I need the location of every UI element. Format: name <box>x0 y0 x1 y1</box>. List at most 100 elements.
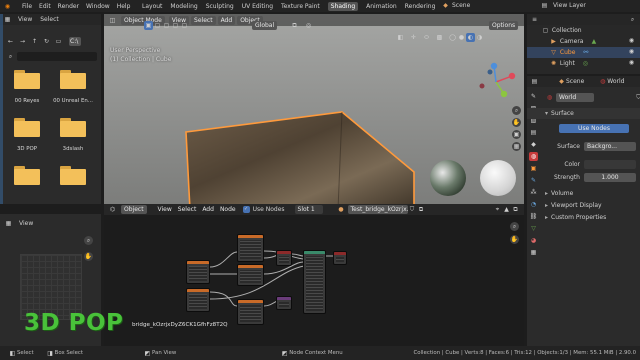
menu-window[interactable]: Window <box>86 3 110 10</box>
tab-shading[interactable]: Shading <box>327 1 359 11</box>
view-object-types-icon[interactable]: ◧ <box>396 33 405 42</box>
vp-menu-select[interactable]: Select <box>191 15 216 25</box>
select-mode-icon[interactable]: ▢ <box>162 21 171 30</box>
tab-modeling[interactable]: Modeling <box>170 3 197 10</box>
wireframe-shading-icon[interactable]: ◯ <box>448 33 457 42</box>
forward-icon[interactable]: → <box>18 37 27 46</box>
filter-icon[interactable]: ⌕ <box>628 15 637 24</box>
shader-node-editor[interactable]: ⌬ Object View Select Add Node ✓ Use Node… <box>104 204 524 346</box>
menu-help[interactable]: Help <box>117 3 131 10</box>
select-mode-icon[interactable]: ▢ <box>180 21 189 30</box>
image-texture-node[interactable] <box>237 299 264 325</box>
rendered-shading-icon[interactable]: ◑ <box>475 33 484 42</box>
tab-texture-paint[interactable]: Texture Paint <box>281 3 320 10</box>
tab-uv-editing[interactable]: UV Editing <box>242 3 273 10</box>
color-ramp-node[interactable] <box>276 296 292 310</box>
light-data-icon: ◎ <box>582 60 588 67</box>
grid-perspective-icon[interactable]: ▦ <box>512 142 521 151</box>
folder-icon[interactable] <box>14 70 40 89</box>
tab-rendering[interactable]: Rendering <box>405 3 436 10</box>
outliner-item-light[interactable]: ✺ Light ◎ <box>527 58 640 69</box>
outliner-item-cube[interactable]: ▽ Cube ⚯ <box>527 47 640 58</box>
material-tab-icon[interactable]: ◕ <box>529 236 538 245</box>
navigation-gizmo[interactable] <box>474 62 518 102</box>
texture-tab-icon[interactable]: ▦ <box>529 248 538 257</box>
hand-pan-icon[interactable]: ✋ <box>84 252 93 261</box>
zoom-icon[interactable]: ⌕ <box>512 106 521 115</box>
fake-user-icon[interactable]: ⛉ <box>634 93 640 102</box>
fb-menu-view[interactable]: View <box>18 16 32 23</box>
fb-menu-select[interactable]: Select <box>40 16 59 23</box>
tab-sculpting[interactable]: Sculpting <box>206 3 234 10</box>
select-box-icon[interactable]: ▣ <box>144 20 153 30</box>
surface-panel-header[interactable]: ▾ Surface <box>527 108 640 119</box>
view-layer-tab-icon[interactable]: ▤ <box>529 128 538 137</box>
world-name-field[interactable]: World <box>556 93 594 102</box>
hand-pan-icon[interactable]: ✋ <box>512 118 521 127</box>
eye-icon[interactable]: ◉ <box>627 36 636 45</box>
path-field[interactable]: C:\ <box>69 36 81 46</box>
snap-icon[interactable]: ⧉ <box>290 21 299 30</box>
strength-field[interactable]: 1.000 <box>584 173 636 182</box>
surface-shader-dropdown[interactable]: Backgro... <box>584 142 636 151</box>
material-output-node[interactable] <box>333 251 347 265</box>
tab-animation[interactable]: Animation <box>366 3 397 10</box>
editor-type-icon[interactable]: ▦ <box>3 15 12 24</box>
select-mode-icon[interactable]: ▢ <box>153 21 162 30</box>
zoom-icon[interactable]: ⌕ <box>84 236 93 245</box>
folder-icon[interactable] <box>14 166 40 185</box>
proportional-edit-icon[interactable]: ◎ <box>304 21 313 30</box>
scene-selector[interactable]: Scene <box>452 2 470 9</box>
menu-render[interactable]: Render <box>58 3 79 10</box>
editor-type-icon[interactable]: ▤ <box>530 77 539 86</box>
outliner-item-collection[interactable]: ▢ Collection <box>527 25 640 36</box>
editor-type-icon[interactable]: ≡ <box>530 15 539 24</box>
menu-file[interactable]: File <box>22 3 32 10</box>
viewport-display-panel-header[interactable]: ▸ Viewport Display <box>527 200 640 211</box>
gizmo-icon[interactable]: ✛ <box>409 33 418 42</box>
solid-shading-icon[interactable]: ● <box>457 33 466 42</box>
eye-icon[interactable]: ◉ <box>627 58 636 67</box>
image-texture-node[interactable] <box>186 288 210 312</box>
cube-object[interactable] <box>182 110 452 204</box>
custom-properties-panel-header[interactable]: ▸ Custom Properties <box>527 212 640 223</box>
image-texture-node[interactable] <box>186 260 210 284</box>
editor-type-icon[interactable]: ◫ <box>108 16 117 25</box>
folder-icon[interactable] <box>14 118 40 137</box>
image-texture-node[interactable] <box>237 264 264 286</box>
vector-node[interactable] <box>276 250 292 266</box>
overlays-icon[interactable]: ⬭ <box>422 33 431 42</box>
view-layer-selector[interactable]: View Layer <box>553 2 586 9</box>
principled-bsdf-node[interactable] <box>303 250 326 314</box>
new-folder-icon[interactable]: ▭ <box>54 37 63 46</box>
3d-viewport[interactable]: ◫ Object Mode View Select Add Object ▣ ▢… <box>104 14 524 204</box>
data-tab-icon[interactable]: ▽ <box>529 224 538 233</box>
use-nodes-button[interactable]: Use Nodes <box>559 124 629 133</box>
tab-layout[interactable]: Layout <box>142 3 162 10</box>
blender-logo-icon[interactable]: ◉ <box>3 2 12 11</box>
search-input[interactable] <box>17 52 97 61</box>
ie-menu-view[interactable]: View <box>19 220 33 227</box>
search-icon[interactable]: ⌕ <box>6 52 15 61</box>
eye-icon[interactable]: ◉ <box>627 47 636 56</box>
camera-view-icon[interactable]: ▣ <box>512 130 521 139</box>
material-preview-icon[interactable]: ◐ <box>466 32 475 42</box>
folder-icon[interactable] <box>60 118 86 137</box>
outliner-item-camera[interactable]: ▶ Camera ▲ <box>527 36 640 47</box>
image-texture-node[interactable] <box>237 234 264 262</box>
refresh-icon[interactable]: ↻ <box>42 37 51 46</box>
options-dropdown[interactable]: Options <box>489 21 519 30</box>
editor-type-icon[interactable]: ▦ <box>4 219 13 228</box>
menu-edit[interactable]: Edit <box>39 3 51 10</box>
parent-folder-icon[interactable]: ↑ <box>30 37 39 46</box>
folder-icon[interactable] <box>60 166 86 185</box>
back-icon[interactable]: ← <box>6 37 15 46</box>
folder-icon[interactable] <box>60 70 86 89</box>
volume-panel-header[interactable]: ▸ Volume <box>527 188 640 199</box>
transform-orientation-dropdown[interactable]: Global <box>252 21 278 30</box>
select-mode-icon[interactable]: ▢ <box>171 21 180 30</box>
vp-menu-add[interactable]: Add <box>217 15 236 25</box>
tool-tab-icon[interactable]: ✎ <box>529 92 538 101</box>
xray-icon[interactable]: ▩ <box>435 33 444 42</box>
color-swatch[interactable] <box>584 160 636 169</box>
